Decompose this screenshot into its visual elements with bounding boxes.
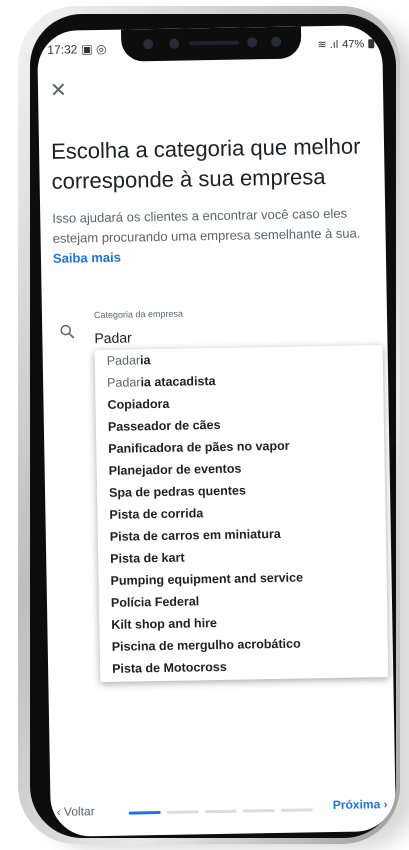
search-icon — [60, 324, 75, 339]
battery-icon — [368, 39, 375, 49]
page-title: Escolha a categoria que melhor correspon… — [50, 133, 361, 194]
learn-more-link[interactable]: Saiba mais — [53, 250, 121, 266]
page-description: Isso ajudará os clientes a encontrar voc… — [52, 203, 383, 269]
suggestion-item[interactable]: Pista de Motocross — [100, 653, 388, 680]
progress-step — [204, 809, 237, 814]
close-icon[interactable]: ✕ — [50, 80, 67, 102]
sensor-icon — [271, 36, 282, 47]
next-label: Próxima — [332, 797, 381, 813]
sensor-icon — [247, 37, 258, 48]
clock: 17:32 — [47, 42, 78, 57]
chevron-left-icon: ‹ — [56, 804, 61, 819]
category-field-label: Categoria da empresa — [93, 308, 184, 321]
notification-icons: ▣ ◎ — [81, 41, 107, 57]
suggestion-dropdown: Padaria Padaria atacadista Copiadora Pas… — [94, 345, 389, 683]
progress-step — [280, 808, 313, 812]
battery-level: 47% — [342, 37, 365, 51]
category-search-input[interactable] — [94, 326, 295, 347]
app-screen: 17:32 ▣ ◎ ≋ .ıl 47% ✕ Escolha a categori… — [36, 25, 397, 837]
camera-notch — [120, 26, 302, 62]
back-button[interactable]: ‹ Voltar — [57, 804, 95, 819]
sensor-icon — [169, 38, 180, 49]
chevron-right-icon: › — [383, 797, 388, 812]
progress-step-active — [128, 811, 161, 815]
signal-icon: ≋ .ıl — [317, 38, 339, 52]
back-label: Voltar — [63, 804, 95, 819]
progress-step — [242, 809, 275, 813]
camera-icon — [143, 39, 154, 50]
wizard-footer: ‹ Voltar Próxima › — [50, 795, 395, 831]
next-button[interactable]: Próxima › — [333, 797, 388, 812]
progress-step — [166, 810, 199, 814]
description-text: Isso ajudará os clientes a encontrar voc… — [52, 205, 361, 246]
status-bar-left: 17:32 ▣ ◎ — [47, 42, 106, 57]
status-bar-right: ≋ .ıl 47% — [317, 37, 375, 52]
speaker-grille — [189, 40, 240, 46]
